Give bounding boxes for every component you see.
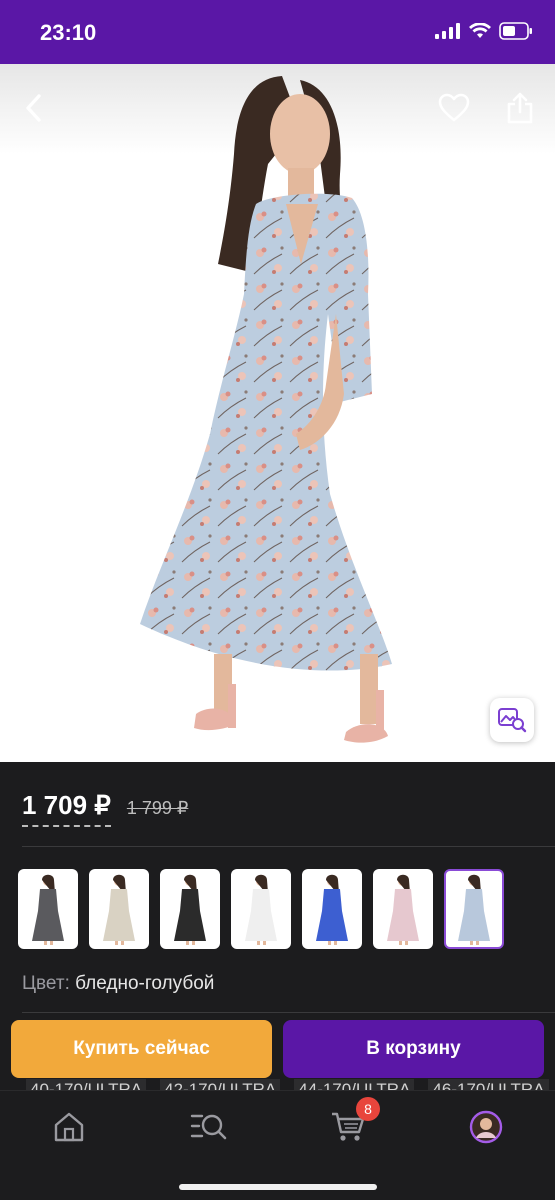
cart-badge: 8 bbox=[356, 1097, 380, 1121]
color-variant-thumbnail[interactable] bbox=[18, 869, 78, 949]
back-button[interactable] bbox=[12, 86, 56, 130]
favorite-button[interactable] bbox=[432, 86, 476, 130]
current-price[interactable]: 1 709 ₽ bbox=[22, 790, 111, 827]
wifi-icon bbox=[469, 23, 491, 38]
catalog-search-icon bbox=[190, 1114, 227, 1140]
status-time: 23:10 bbox=[40, 20, 97, 45]
product-image[interactable] bbox=[0, 64, 555, 762]
product-info: 1 709 ₽ 1 799 ₽ Цвет: бледно-голубой bbox=[0, 762, 555, 1018]
home-icon bbox=[54, 1112, 84, 1142]
variant-dress-image bbox=[387, 874, 419, 945]
buy-now-button[interactable]: Купить сейчас bbox=[11, 1020, 272, 1078]
old-price: 1 799 ₽ bbox=[126, 798, 189, 818]
signal-icon bbox=[435, 23, 460, 39]
color-variant-thumbnail[interactable] bbox=[444, 869, 504, 949]
divider bbox=[22, 1012, 555, 1013]
battery-icon bbox=[499, 22, 532, 40]
variant-dress-image bbox=[458, 874, 490, 945]
color-variant-thumbnail[interactable] bbox=[89, 869, 149, 949]
color-variants bbox=[18, 869, 504, 949]
color-row: Цвет: бледно-голубой bbox=[22, 973, 214, 995]
color-label: Цвет: bbox=[22, 973, 70, 994]
status-bar: 23:10 bbox=[0, 0, 555, 64]
heart-icon bbox=[438, 93, 470, 122]
tab-catalog-search[interactable] bbox=[189, 1107, 229, 1147]
tab-home[interactable] bbox=[49, 1107, 89, 1147]
tab-profile[interactable] bbox=[466, 1107, 506, 1147]
variant-dress-image bbox=[103, 874, 135, 945]
home-indicator bbox=[179, 1184, 377, 1190]
add-to-cart-button[interactable]: В корзину bbox=[283, 1020, 544, 1078]
image-search-icon bbox=[498, 708, 527, 733]
variant-dress-image bbox=[245, 874, 277, 945]
color-variant-thumbnail[interactable] bbox=[373, 869, 433, 949]
color-value: бледно-голубой bbox=[75, 973, 215, 994]
variant-dress-image bbox=[174, 874, 206, 945]
variant-dress-image bbox=[32, 874, 64, 945]
visual-search-button[interactable] bbox=[490, 698, 534, 742]
share-icon bbox=[507, 92, 533, 124]
status-icons bbox=[435, 22, 533, 40]
share-button[interactable] bbox=[498, 86, 542, 130]
tab-cart[interactable]: 8 bbox=[328, 1097, 380, 1147]
cta-area: 40-170/ULTRA 42-170/ULTRA 44-170/ULTRA 46-1… bbox=[0, 1015, 555, 1091]
price-row: 1 709 ₽ 1 799 ₽ bbox=[22, 790, 188, 827]
color-variant-thumbnail[interactable] bbox=[231, 869, 291, 949]
color-variant-thumbnail[interactable] bbox=[302, 869, 362, 949]
divider bbox=[22, 846, 555, 847]
tab-bar: 8 bbox=[0, 1090, 555, 1200]
variant-dress-image bbox=[316, 874, 348, 945]
product-photo bbox=[140, 76, 392, 743]
chevron-left-icon bbox=[26, 94, 41, 122]
color-variant-thumbnail[interactable] bbox=[160, 869, 220, 949]
avatar bbox=[469, 1110, 503, 1144]
